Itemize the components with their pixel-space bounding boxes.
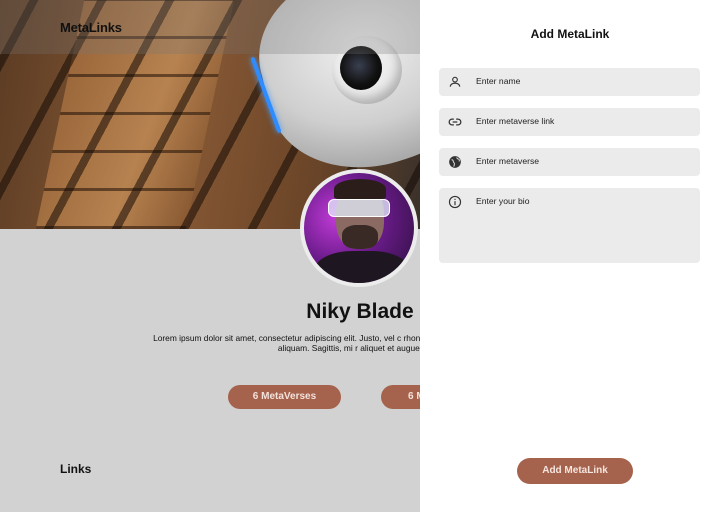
name-placeholder: Enter name bbox=[476, 76, 521, 86]
bio-field[interactable]: Enter your bio bbox=[439, 188, 700, 263]
metaverse-link-placeholder: Enter metaverse link bbox=[476, 116, 555, 126]
metaverses-count-button[interactable]: 6 MetaVerses bbox=[228, 385, 341, 409]
metaverse-field[interactable]: Enter metaverse bbox=[439, 148, 700, 176]
brand-logo[interactable]: MetaLinks bbox=[60, 20, 122, 35]
person-icon bbox=[449, 76, 461, 87]
add-metalink-panel: Add MetaLink Enter name Enter metaverse … bbox=[420, 0, 720, 512]
name-field[interactable]: Enter name bbox=[439, 68, 700, 96]
globe-icon bbox=[449, 156, 461, 168]
bio-placeholder: Enter your bio bbox=[476, 196, 530, 206]
metaverse-placeholder: Enter metaverse bbox=[476, 156, 540, 166]
panel-title: Add MetaLink bbox=[530, 27, 610, 41]
links-heading: Links bbox=[60, 462, 92, 476]
add-metalink-button[interactable]: Add MetaLink bbox=[517, 458, 633, 484]
info-icon bbox=[448, 195, 462, 209]
metaverse-link-field[interactable]: Enter metaverse link bbox=[439, 108, 700, 136]
link-icon bbox=[448, 118, 462, 126]
avatar bbox=[300, 169, 418, 287]
